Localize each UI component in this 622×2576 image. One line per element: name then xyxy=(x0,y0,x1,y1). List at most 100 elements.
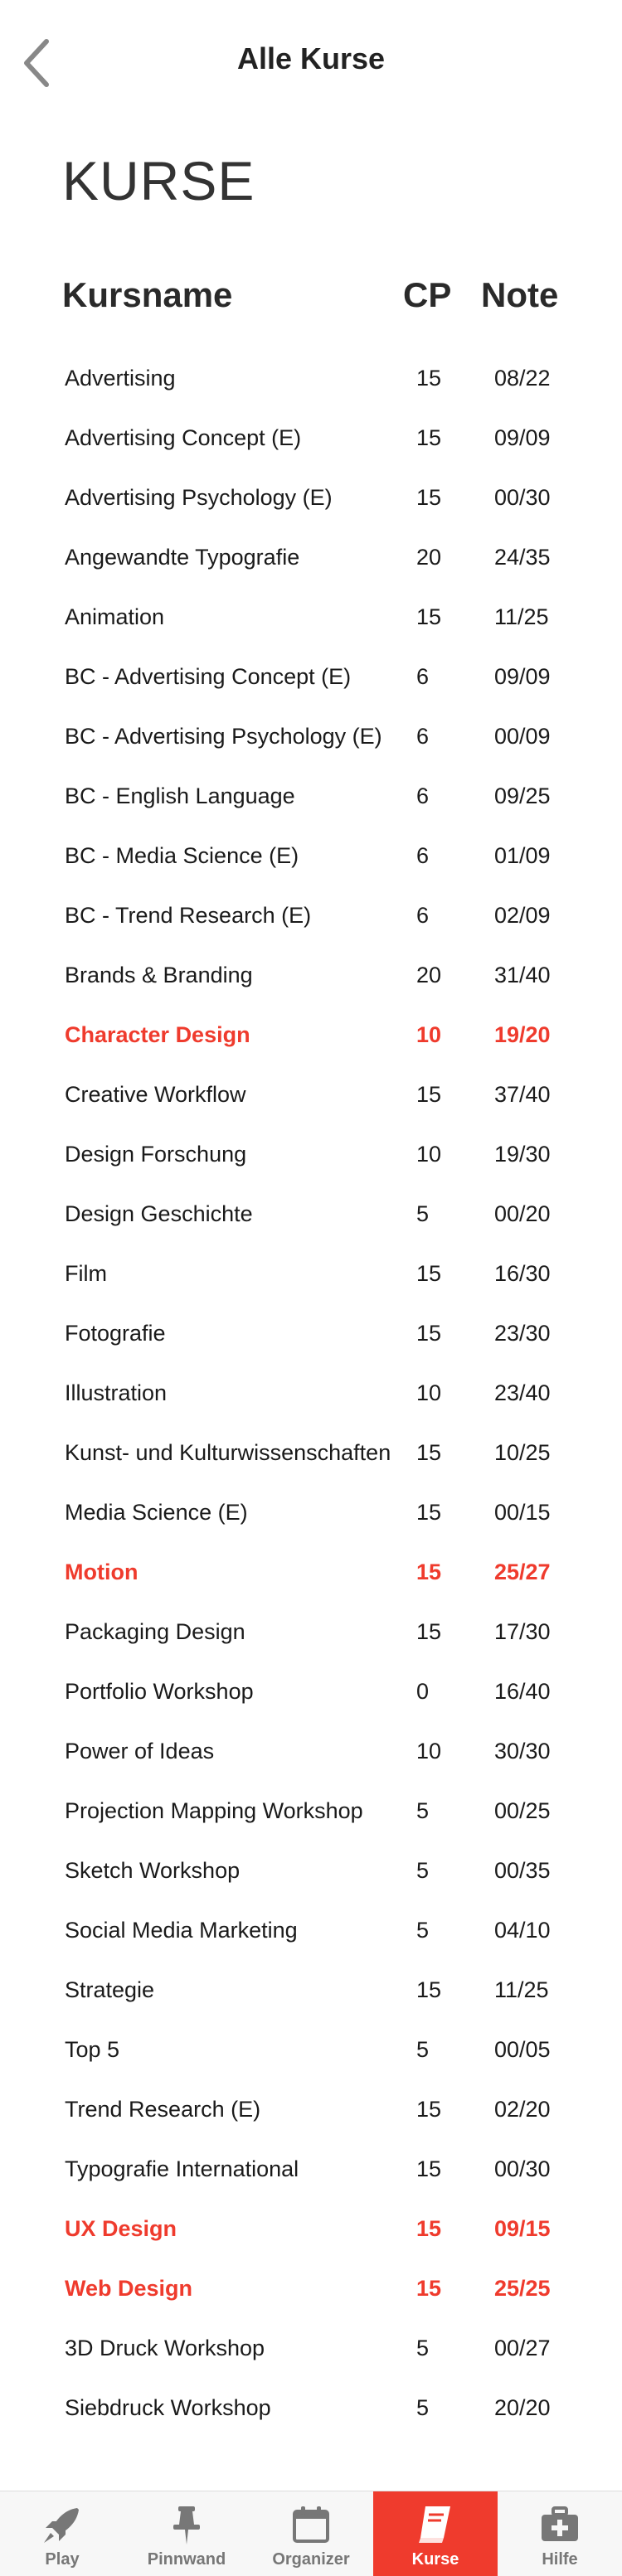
course-row[interactable]: Brands & Branding 20 31/40 xyxy=(0,948,622,1007)
course-row[interactable]: Illustration 10 23/40 xyxy=(0,1366,622,1425)
course-cp: 10 xyxy=(416,1739,442,1763)
course-row[interactable]: Kunst- und Kulturwissenschaften 15 10/25 xyxy=(0,1425,622,1485)
course-row[interactable]: Typografie International 15 00/30 xyxy=(0,2142,622,2201)
course-row[interactable]: BC - Trend Research (E) 6 02/09 xyxy=(0,888,622,948)
course-row[interactable]: Advertising Concept (E) 15 09/09 xyxy=(0,410,622,470)
course-note: 01/09 xyxy=(494,843,551,868)
course-row[interactable]: Packaging Design 15 17/30 xyxy=(0,1604,622,1664)
course-note: 09/15 xyxy=(494,2216,551,2241)
course-note: 24/35 xyxy=(494,545,551,570)
course-row[interactable]: Strategie 15 11/25 xyxy=(0,1962,622,2022)
course-name: Siebdruck Workshop xyxy=(65,2395,271,2420)
course-note: 16/40 xyxy=(494,1679,551,1704)
course-name: Top 5 xyxy=(65,2037,120,2062)
course-row[interactable]: Portfolio Workshop 0 16/40 xyxy=(0,1664,622,1724)
course-cp: 10 xyxy=(416,1142,442,1167)
course-name: UX Design xyxy=(65,2216,177,2241)
tab-kurse[interactable]: Kurse xyxy=(373,2491,498,2576)
course-row[interactable]: Advertising Psychology (E) 15 00/30 xyxy=(0,470,622,530)
course-note: 00/30 xyxy=(494,2156,551,2181)
course-note: 11/25 xyxy=(494,604,549,629)
course-cp: 5 xyxy=(416,1201,430,1226)
calendar-icon xyxy=(293,2506,329,2543)
course-cp: 6 xyxy=(416,843,430,868)
tab-label: Pinnwand xyxy=(147,2550,226,2569)
column-header-note: Note xyxy=(481,275,559,314)
course-name: BC - Media Science (E) xyxy=(65,843,299,868)
course-note: 00/05 xyxy=(494,2037,551,2062)
course-row[interactable]: UX Design 15 09/15 xyxy=(0,2201,622,2261)
course-name: BC - Trend Research (E) xyxy=(65,903,312,928)
course-cp: 15 xyxy=(416,1619,442,1644)
course-row[interactable]: BC - English Language 6 09/25 xyxy=(0,769,622,828)
tab-label: Kurse xyxy=(411,2550,459,2569)
course-name: Motion xyxy=(65,1560,138,1584)
course-name: Power of Ideas xyxy=(65,1739,215,1763)
course-row[interactable]: BC - Advertising Psychology (E) 6 00/09 xyxy=(0,709,622,769)
course-cp: 5 xyxy=(416,1918,430,1943)
course-name: Kunst- und Kulturwissenschaften xyxy=(65,1440,391,1465)
page-title: KURSE xyxy=(62,150,255,211)
course-note: 25/25 xyxy=(494,2276,551,2301)
course-note: 00/30 xyxy=(494,485,551,510)
course-row[interactable]: Sketch Workshop 5 00/35 xyxy=(0,1843,622,1903)
course-row[interactable]: BC - Advertising Concept (E) 6 09/09 xyxy=(0,649,622,709)
course-row[interactable]: Media Science (E) 15 00/15 xyxy=(0,1485,622,1545)
course-note: 19/20 xyxy=(494,1022,551,1047)
course-note: 11/25 xyxy=(494,1977,549,2002)
course-note: 31/40 xyxy=(494,963,551,987)
course-cp: 15 xyxy=(416,1321,442,1346)
course-note: 37/40 xyxy=(494,1082,551,1107)
course-cp: 6 xyxy=(416,903,430,928)
tab-play[interactable]: Play xyxy=(0,2491,124,2576)
course-row[interactable]: Design Forschung 10 19/30 xyxy=(0,1127,622,1186)
course-row[interactable]: Trend Research (E) 15 02/20 xyxy=(0,2082,622,2142)
course-row[interactable]: Animation 15 11/25 xyxy=(0,589,622,649)
course-note: 19/30 xyxy=(494,1142,551,1167)
course-cp: 5 xyxy=(416,2037,430,2062)
course-row[interactable]: Angewandte Typografie 20 24/35 xyxy=(0,530,622,589)
course-name: Projection Mapping Workshop xyxy=(65,1798,363,1823)
course-cp: 15 xyxy=(416,1560,442,1584)
course-row[interactable]: BC - Media Science (E) 6 01/09 xyxy=(0,828,622,888)
course-note: 23/30 xyxy=(494,1321,551,1346)
course-name: Illustration xyxy=(65,1380,168,1405)
course-note: 02/09 xyxy=(494,903,551,928)
course-note: 00/15 xyxy=(494,1500,551,1525)
course-name: Web Design xyxy=(65,2276,193,2301)
course-name: Brands & Branding xyxy=(65,963,253,987)
course-row[interactable]: Motion 15 25/27 xyxy=(0,1545,622,1604)
course-name: Angewandte Typografie xyxy=(65,545,300,570)
course-row[interactable]: Siebdruck Workshop 5 20/20 xyxy=(0,2380,622,2440)
course-row[interactable]: 3D Druck Workshop 5 00/27 xyxy=(0,2321,622,2380)
medical-kit-icon xyxy=(542,2506,578,2541)
course-cp: 15 xyxy=(416,485,442,510)
course-cp: 15 xyxy=(416,425,442,450)
course-name: Typografie International xyxy=(65,2156,299,2181)
course-row[interactable]: Web Design 15 25/25 xyxy=(0,2261,622,2321)
course-row[interactable]: Advertising 15 08/22 xyxy=(0,351,622,410)
course-note: 00/27 xyxy=(494,2336,551,2360)
course-note: 04/10 xyxy=(494,1918,551,1943)
course-name: Strategie xyxy=(65,1977,155,2002)
course-name: Advertising Psychology (E) xyxy=(65,485,333,510)
course-name: Fotografie xyxy=(65,1321,166,1346)
course-row[interactable]: Social Media Marketing 5 04/10 xyxy=(0,1903,622,1962)
course-note: 09/09 xyxy=(494,425,551,450)
course-row[interactable]: Projection Mapping Workshop 5 00/25 xyxy=(0,1783,622,1843)
course-cp: 20 xyxy=(416,963,442,987)
course-row[interactable]: Power of Ideas 10 30/30 xyxy=(0,1724,622,1783)
tab-hilfe[interactable]: Hilfe xyxy=(498,2491,622,2576)
course-row[interactable]: Design Geschichte 5 00/20 xyxy=(0,1186,622,1246)
tab-pinnwand[interactable]: Pinnwand xyxy=(124,2491,249,2576)
course-note: 02/20 xyxy=(494,2097,551,2122)
course-note: 25/27 xyxy=(494,1560,551,1584)
course-row[interactable]: Top 5 5 00/05 xyxy=(0,2022,622,2082)
column-header-cp: CP xyxy=(403,275,452,314)
tab-organizer[interactable]: Organizer xyxy=(249,2491,373,2576)
course-row[interactable]: Fotografie 15 23/30 xyxy=(0,1306,622,1366)
course-row[interactable]: Film 15 16/30 xyxy=(0,1246,622,1306)
course-row[interactable]: Creative Workflow 15 37/40 xyxy=(0,1067,622,1127)
course-note: 20/20 xyxy=(494,2395,551,2420)
course-row[interactable]: Character Design 10 19/20 xyxy=(0,1007,622,1067)
